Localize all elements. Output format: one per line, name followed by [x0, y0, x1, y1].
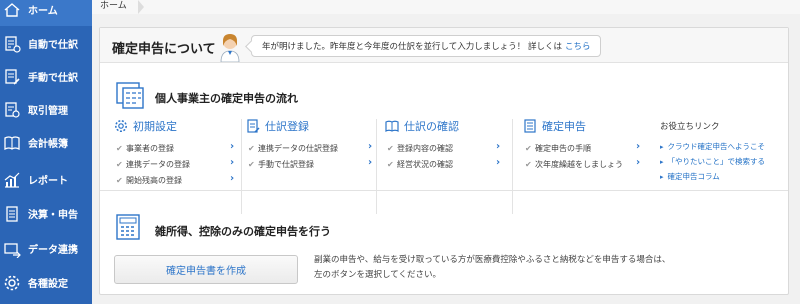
chevron-right-icon[interactable]: › — [230, 157, 234, 168]
document-icon — [523, 119, 537, 133]
help-link[interactable]: 確定申告コラム — [660, 171, 720, 182]
column-journal-entry: 仕訳登録 ✔ 連携データの仕訳登録 ✔ 手動で仕訳登録 › › — [246, 119, 372, 169]
misc-income-title: 雑所得、控除のみの確定申告を行う — [155, 225, 331, 238]
list-item[interactable]: ✔ 手動で仕訳登録 — [248, 159, 314, 170]
breadcrumb-home[interactable]: ホーム — [100, 0, 127, 11]
sidebar-item-report[interactable]: レポート — [0, 163, 92, 196]
column-initial-setup: 初期設定 ✔ 事業者の登録 ✔ 連携データの登録 ✔ 開始残高の登録 › › › — [114, 119, 234, 185]
assistant-avatar — [220, 34, 240, 62]
chevron-right-icon[interactable]: › — [368, 141, 372, 152]
list-item[interactable]: ✔ 事業者の登録 — [116, 143, 174, 154]
list-item[interactable]: ✔ 連携データの登録 — [116, 159, 190, 170]
chevron-right-icon[interactable]: › — [496, 141, 500, 152]
report-icon — [3, 171, 21, 189]
breadcrumb-separator — [138, 0, 144, 14]
chevron-right-icon[interactable]: › — [368, 157, 372, 168]
create-description: 副業の申告や、給与を受け取っている方が医療費控除やふるさと納税などを申告する場合… — [314, 255, 671, 280]
details-link[interactable]: こちら — [565, 40, 591, 52]
chevron-right-icon[interactable]: › — [636, 157, 640, 168]
home-icon — [3, 1, 21, 19]
calculator-icon — [116, 214, 140, 240]
gear-icon — [114, 119, 128, 133]
list-item[interactable]: ✔ 経営状況の確認 — [387, 159, 453, 170]
column-divider — [376, 119, 377, 214]
tax-return-panel: 確定申告について 年が明けました。昨年度と今年度の仕訳を並行して入力しましょう！… — [99, 27, 789, 295]
list-item[interactable]: ✔ 登録内容の確認 — [387, 143, 453, 154]
flow-title: 個人事業主の確定申告の流れ — [155, 92, 298, 105]
settings-icon — [3, 274, 21, 292]
panel-title: 確定申告について — [112, 42, 216, 57]
sidebar-item-ledger[interactable]: 会計帳簿 — [0, 126, 92, 159]
sidebar-item-settings[interactable]: 各種設定 — [0, 266, 92, 299]
ledger-icon — [3, 134, 21, 152]
column-journal-review: 仕訳の確認 ✔ 登録内容の確認 ✔ 経営状況の確認 › › — [385, 119, 500, 169]
column-title-initial-setup[interactable]: 初期設定 — [114, 119, 177, 133]
auto-journal-icon — [3, 35, 21, 53]
help-links-title: お役立ちリンク — [660, 122, 720, 132]
transaction-icon — [3, 101, 21, 119]
journal-icon — [246, 119, 260, 133]
help-link[interactable]: 「やりたいこと」で検索する — [660, 156, 766, 167]
column-divider — [512, 119, 513, 214]
settlement-icon — [3, 205, 21, 223]
column-title-journal-review[interactable]: 仕訳の確認 — [385, 119, 459, 133]
data-link-icon — [3, 240, 21, 258]
list-item[interactable]: ✔ 連携データの仕訳登録 — [248, 143, 338, 154]
sidebar-item-manual-journal[interactable]: 手動で仕訳 — [0, 60, 92, 93]
help-link[interactable]: クラウド確定申告へようこそ — [660, 141, 766, 152]
manual-journal-icon — [3, 68, 21, 86]
chevron-right-icon[interactable]: › — [230, 141, 234, 152]
sidebar-item-transactions[interactable]: 取引管理 — [0, 93, 92, 126]
list-item[interactable]: ✔ 次年度繰越をしましょう — [525, 159, 623, 170]
chevron-right-icon[interactable]: › — [496, 157, 500, 168]
breadcrumb: ホーム — [92, 0, 800, 14]
column-tax-return: 確定申告 ✔ 確定申告の手順 ✔ 次年度繰越をしましょう › › — [523, 119, 640, 169]
sidebar-item-auto-journal[interactable]: 自動で仕訳 — [0, 27, 92, 60]
info-bubble: 年が明けました。昨年度と今年度の仕訳を並行して入力しましょう！ 詳しくは こちら — [251, 35, 602, 57]
chevron-right-icon[interactable]: › — [636, 141, 640, 152]
info-bubble-text: 年が明けました。昨年度と今年度の仕訳を並行して入力しましょう！ 詳しくは — [262, 42, 562, 52]
sidebar-item-data-link[interactable]: データ連携 — [0, 232, 92, 265]
panel-header: 確定申告について 年が明けました。昨年度と今年度の仕訳を並行して入力しましょう！… — [100, 28, 788, 63]
sidebar: ホーム 自動で仕訳 手動で仕訳 取引管理 会計帳簿 レポート 決算・申告 データ… — [0, 0, 92, 304]
section-divider — [100, 190, 788, 191]
flow-calendar-icon — [116, 82, 144, 109]
list-item[interactable]: ✔ 開始残高の登録 — [116, 175, 182, 186]
list-item[interactable]: ✔ 確定申告の手順 — [525, 143, 591, 154]
sidebar-item-home[interactable]: ホーム — [0, 0, 92, 26]
column-title-journal-entry[interactable]: 仕訳登録 — [246, 119, 309, 133]
column-title-tax-return[interactable]: 確定申告 — [523, 119, 586, 133]
column-divider — [241, 119, 242, 214]
create-tax-return-button[interactable]: 確定申告書を作成 — [114, 255, 298, 284]
book-icon — [385, 119, 399, 133]
sidebar-item-settlement[interactable]: 決算・申告 — [0, 197, 92, 230]
chevron-right-icon[interactable]: › — [230, 173, 234, 184]
